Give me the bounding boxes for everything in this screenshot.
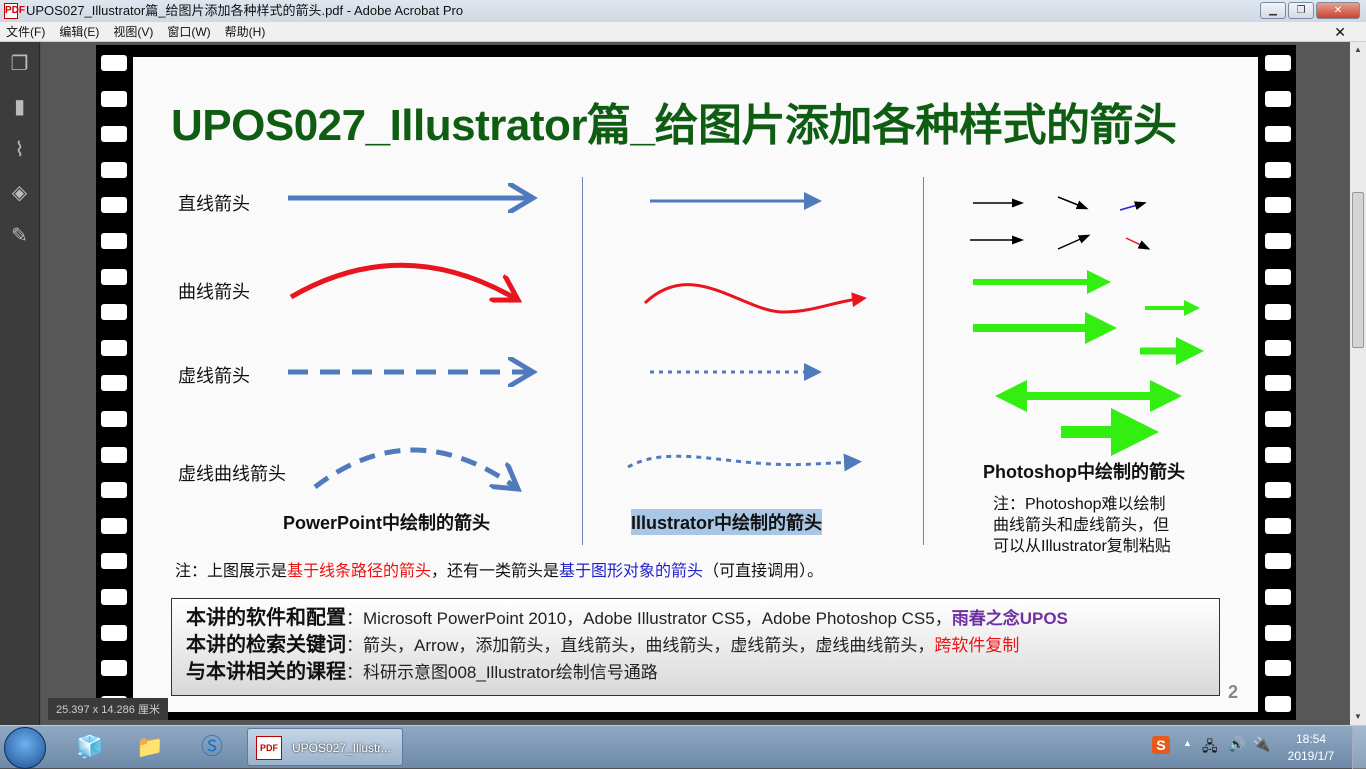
menu-file[interactable]: 文件(F) bbox=[6, 22, 45, 41]
note-highlight-red: 基于线条路径的箭头 bbox=[287, 563, 432, 580]
volume-icon[interactable]: 🔊 bbox=[1228, 736, 1245, 753]
menu-help[interactable]: 帮助(H) bbox=[225, 22, 266, 41]
ime-icon[interactable]: S bbox=[1152, 736, 1170, 754]
start-button[interactable] bbox=[4, 727, 46, 769]
pages-icon[interactable]: ❐ bbox=[8, 52, 32, 76]
bookmarks-icon[interactable]: ▮ bbox=[8, 95, 32, 119]
info-label: 本讲的软件和配置 bbox=[186, 607, 346, 629]
minimize-button[interactable]: ▁ bbox=[1260, 2, 1286, 19]
brand-text: 雨春之念UPOS bbox=[951, 609, 1068, 628]
info-text: ：科研示意图008_Illustrator绘制信号通路 bbox=[346, 663, 658, 682]
scroll-thumb[interactable] bbox=[1352, 192, 1364, 348]
sprocket-holes-right bbox=[1265, 55, 1291, 731]
sogou-browser-icon[interactable]: Ⓢ bbox=[184, 728, 240, 766]
window-title: UPOS027_Illustrator篇_给图片添加各种样式的箭头.pdf - … bbox=[26, 3, 464, 18]
slide-page: UPOS027_Illustrator篇_给图片添加各种样式的箭头 直线箭头 曲… bbox=[133, 57, 1258, 712]
title-bar: PDF UPOS027_Illustrator篇_给图片添加各种样式的箭头.pd… bbox=[0, 0, 1366, 22]
pdf-icon: PDF bbox=[256, 736, 282, 760]
menu-window[interactable]: 窗口(W) bbox=[167, 22, 210, 41]
arrow-illustrations bbox=[288, 57, 1204, 527]
close-document-icon[interactable]: ✕ bbox=[1334, 22, 1346, 42]
menu-bar: 文件(F) 编辑(E) 视图(V) 窗口(W) 帮助(H) ✕ bbox=[0, 22, 1366, 42]
caption-illustrator-selected[interactable]: Illustrator中绘制的箭头 bbox=[631, 509, 823, 535]
vertical-scrollbar[interactable]: ▲ ▼ bbox=[1350, 42, 1366, 725]
caption-powerpoint: PowerPoint中绘制的箭头 bbox=[283, 513, 491, 533]
lesson-info-box: 本讲的软件和配置：Microsoft PowerPoint 2010，Adobe… bbox=[171, 598, 1220, 696]
info-label: 本讲的检索关键词 bbox=[186, 634, 346, 656]
show-hidden-icons[interactable]: ▲ bbox=[1183, 738, 1192, 748]
close-button[interactable]: ✕ bbox=[1316, 2, 1360, 19]
show-desktop-button[interactable] bbox=[1352, 726, 1366, 769]
taskbar: 🧊 📁 Ⓢ PDF UPOS027_Illustr... S ▲ 🖧 🔊 🔌 18… bbox=[0, 725, 1366, 769]
note-line: 注：Photoshop难以绘制 bbox=[993, 496, 1166, 513]
time: 18:54 bbox=[1295, 732, 1327, 746]
taskbar-acrobat-item[interactable]: PDF UPOS027_Illustr... bbox=[247, 728, 403, 766]
taskbar-item-label: UPOS027_Illustr... bbox=[292, 741, 391, 755]
ie-icon[interactable]: 🧊 bbox=[62, 728, 118, 766]
info-text: ：Microsoft PowerPoint 2010，Adobe Illustr… bbox=[346, 609, 952, 628]
page-number: 2 bbox=[1228, 682, 1239, 702]
network-icon[interactable]: 🖧 bbox=[1202, 736, 1218, 760]
info-text: ：箭头，Arrow，添加箭头，直线箭头，曲线箭头，虚线箭头，虚线曲线箭头， bbox=[346, 636, 935, 655]
note-line: 曲线箭头和虚线箭头，但 bbox=[993, 517, 1170, 534]
caption-photoshop: Photoshop中绘制的箭头 bbox=[983, 462, 1185, 482]
date: 2019/1/7 bbox=[1287, 749, 1335, 763]
note-text: ，还有一类箭头是 bbox=[431, 563, 560, 580]
clock[interactable]: 18:54 2019/1/7 bbox=[1283, 731, 1339, 765]
slide-note: 注：上图展示是基于线条路径的箭头，还有一类箭头是基于图形对象的箭头（可直接调用）… bbox=[175, 557, 823, 581]
scroll-down-icon[interactable]: ▼ bbox=[1350, 709, 1366, 725]
layers-icon[interactable]: ◈ bbox=[8, 181, 32, 205]
pdf-icon: PDF bbox=[4, 3, 25, 19]
page-dimensions: 25.397 x 14.286 厘米 bbox=[48, 698, 168, 720]
illustrator-arrows bbox=[627, 192, 867, 472]
photoshop-note: 注：Photoshop难以绘制 曲线箭头和虚线箭头，但 可以从Illustrat… bbox=[993, 494, 1171, 557]
info-label: 与本讲相关的课程 bbox=[186, 661, 346, 683]
sprocket-holes-left bbox=[101, 55, 127, 731]
menu-edit[interactable]: 编辑(E) bbox=[59, 22, 99, 41]
restore-button[interactable]: ❐ bbox=[1288, 2, 1314, 19]
note-text: 注：上图展示是 bbox=[175, 563, 288, 580]
navigation-pane: ❐ ▮ ⌇ ◈ ✎ bbox=[0, 42, 40, 725]
signatures-icon[interactable]: ✎ bbox=[8, 224, 32, 248]
powerpoint-arrows bbox=[288, 198, 533, 489]
info-highlight: 跨软件复制 bbox=[934, 636, 1020, 655]
menu-view[interactable]: 视图(V) bbox=[113, 22, 153, 41]
power-icon[interactable]: 🔌 bbox=[1253, 736, 1270, 753]
note-highlight-blue: 基于图形对象的箭头 bbox=[559, 563, 704, 580]
note-line: 可以从Illustrator复制粘贴 bbox=[993, 538, 1171, 555]
photoshop-arrows bbox=[970, 196, 1204, 456]
scroll-up-icon[interactable]: ▲ bbox=[1350, 42, 1366, 58]
note-text: （可直接调用）。 bbox=[703, 563, 824, 580]
attachments-icon[interactable]: ⌇ bbox=[8, 138, 32, 162]
file-explorer-icon[interactable]: 📁 bbox=[122, 728, 178, 766]
